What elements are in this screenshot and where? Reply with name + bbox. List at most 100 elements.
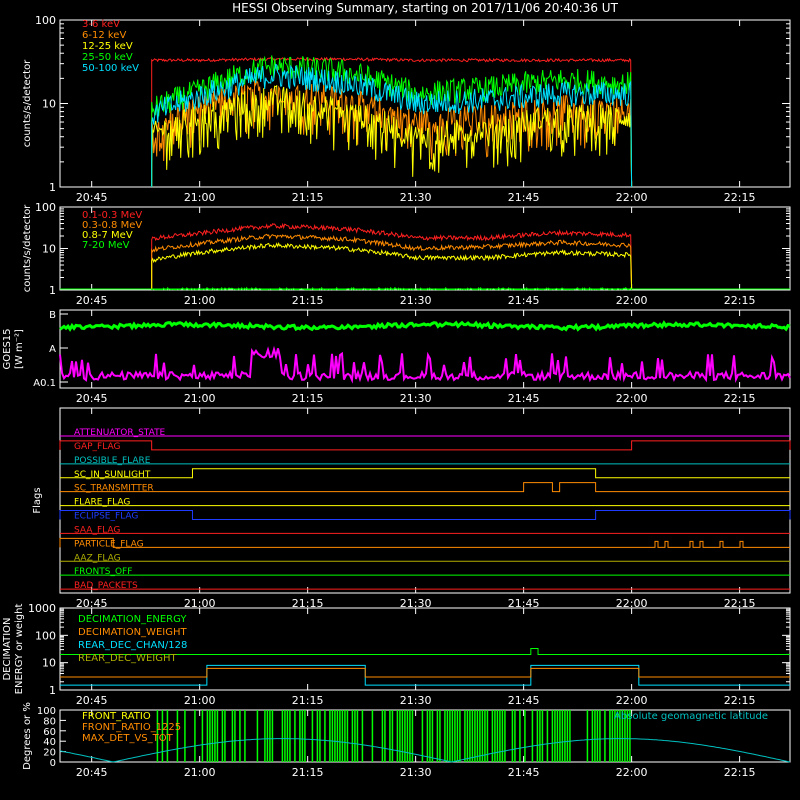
panel6-front-ratio-bar xyxy=(466,710,469,762)
panel6-front-ratio-bar xyxy=(231,710,234,762)
panel4-flag-line xyxy=(59,440,791,451)
panel6-front-ratio-bar xyxy=(546,710,549,762)
panel2-xtick-label: 22:00 xyxy=(616,294,648,307)
panel3-ylabel: [W m⁻²] xyxy=(14,329,25,369)
panel3-xtick-label: 21:15 xyxy=(292,392,324,405)
panel4-flag-label: SC_TRANSMITTER xyxy=(74,484,154,494)
panel6-xtick-label: 21:00 xyxy=(184,766,216,779)
panel5-legend-entry: REAR_DEC_CHAN/128 xyxy=(78,640,187,651)
panel5-xtick-label: 21:45 xyxy=(508,694,540,707)
panel6-front-ratio-bar xyxy=(491,710,494,762)
panel6-front-ratio-bar xyxy=(554,710,556,762)
panel6-front-ratio-bar xyxy=(561,710,564,762)
panel5-xtick-label: 20:45 xyxy=(76,694,108,707)
panel6-front-ratio-bar xyxy=(289,710,291,762)
panel3-xtick-label: 21:30 xyxy=(400,392,432,405)
panel6-ytick-label: 60 xyxy=(43,727,56,738)
panel6-front-ratio-bar xyxy=(334,710,336,762)
panel5-decimation-weight xyxy=(60,667,790,678)
panel6-front-ratio-bar xyxy=(481,710,484,762)
panel4-flag-line xyxy=(60,482,790,493)
panel2-ytick-label: 100 xyxy=(35,201,56,214)
panel4-flag-label: PARTICLE_FLAG xyxy=(74,539,144,549)
chart-title: HESSI Observing Summary, starting on 201… xyxy=(232,1,618,15)
panel6-front-ratio-bar xyxy=(286,710,289,762)
panel6-front-ratio-bar xyxy=(324,710,326,762)
panel5-xtick-label: 22:00 xyxy=(616,694,648,707)
panel6-front-ratio-bar xyxy=(566,710,569,762)
panel6-front-ratio-bar xyxy=(284,710,286,762)
panel4-flag-label: FRONTS_OFF xyxy=(74,567,132,577)
panel6-front-ratio-bar xyxy=(339,710,341,762)
panel2-xtick-label: 22:15 xyxy=(724,294,756,307)
panel5-ytick-label: 10 xyxy=(42,657,56,670)
panel2-series-line xyxy=(151,241,633,291)
panel6-xtick-label: 22:00 xyxy=(616,766,648,779)
panel6-front-ratio-bar xyxy=(501,710,504,762)
panel5-ytick-label: 100 xyxy=(35,629,56,642)
panel6-front-ratio-bar xyxy=(591,710,594,762)
panel6-front-ratio-bar xyxy=(234,710,236,762)
panel6-front-ratio-bar xyxy=(514,710,516,762)
panel2-ylabel: counts/s/detector xyxy=(22,204,33,292)
panel6-legend-entry: FRONT_RATIO xyxy=(82,711,151,722)
panel1-legend-entry: 3-6 keV xyxy=(82,19,120,30)
panel6-front-ratio-bar xyxy=(214,710,216,762)
panel2-xtick-label: 21:30 xyxy=(400,294,432,307)
panel6-front-ratio-bar xyxy=(239,710,241,762)
panel6-front-ratio-bar xyxy=(444,710,446,762)
panel4-flag-label: SAA_FLAG xyxy=(74,525,120,535)
panel5-xtick-label: 21:15 xyxy=(292,694,324,707)
panel6-front-ratio-bar xyxy=(356,710,359,762)
panel1-xtick-label: 20:45 xyxy=(76,191,108,204)
panel6-front-ratio-bar xyxy=(484,710,486,762)
panel6-ytick-label: 20 xyxy=(43,748,56,759)
panel4-flag-line xyxy=(60,468,790,479)
panel6-front-ratio-bar xyxy=(599,710,601,762)
panel5-legend-entry: DECIMATION_ENERGY xyxy=(78,614,187,625)
panel6-front-ratio-bar xyxy=(341,710,344,762)
panel6-front-ratio-bar xyxy=(446,710,449,762)
panel5-legend-entry: REAR_DEC_WEIGHT xyxy=(78,653,177,664)
panel6-front-ratio-bar xyxy=(536,710,539,762)
panel1-xtick-label: 21:45 xyxy=(508,191,540,204)
panel6-front-ratio-bar xyxy=(421,710,424,762)
panel2-series-line xyxy=(151,222,633,291)
panel6-xtick-label: 21:45 xyxy=(508,766,540,779)
panel6-front-ratio-bar xyxy=(504,710,506,762)
panel6-front-ratio-bar xyxy=(399,710,401,762)
panel6-front-ratio-bar xyxy=(354,710,356,762)
panel2-ytick-label: 1 xyxy=(49,284,56,297)
panel6-front-ratio-bar xyxy=(459,710,461,762)
panel6-front-ratio-bar xyxy=(439,710,441,762)
panel4-flag-label: GAP_FLAG xyxy=(74,442,120,452)
panel6-front-ratio-bar xyxy=(319,710,321,762)
panel6-front-ratio-bar xyxy=(269,710,271,762)
panel3-xtick-label: 20:45 xyxy=(76,392,108,405)
panel6-front-ratio-bar xyxy=(211,710,214,762)
panel1-ytick-label: 1 xyxy=(49,181,56,194)
panel6-front-ratio-bar xyxy=(381,710,384,762)
hessi-summary-plot: HESSI Observing Summary, starting on 201… xyxy=(2,1,791,779)
panel6-front-ratio-bar xyxy=(471,710,474,762)
panel6-front-ratio-bar xyxy=(271,710,274,762)
panel2-xtick-label: 21:00 xyxy=(184,294,216,307)
panel6-front-ratio-bar xyxy=(301,710,304,762)
panel6-front-ratio-bar xyxy=(351,710,354,762)
panel6-front-ratio-bar xyxy=(316,710,319,762)
panel6-annotation: Absolute geomagnetic latitude xyxy=(614,711,768,722)
panel6-front-ratio-bar xyxy=(221,710,224,762)
panel5-ylabel: DECIMATION xyxy=(2,617,13,680)
panel2-ytick-label: 10 xyxy=(42,243,56,256)
panel3-xtick-label: 22:00 xyxy=(616,392,648,405)
panel6-front-ratio-bar xyxy=(611,710,614,762)
panel6-front-ratio-bar xyxy=(476,710,479,762)
panel6-ylabel: Degrees or % xyxy=(22,702,33,770)
panel2-series-line xyxy=(151,233,633,291)
panel3-goes-short xyxy=(59,345,791,384)
panel6-front-ratio-bar xyxy=(331,710,334,762)
panel4-flag-line xyxy=(59,537,790,548)
panel6-legend-entry: MAX_DET_VS_TOT xyxy=(82,733,174,744)
panel3-goes-long xyxy=(59,320,791,332)
panel1-xtick-label: 22:15 xyxy=(724,191,756,204)
